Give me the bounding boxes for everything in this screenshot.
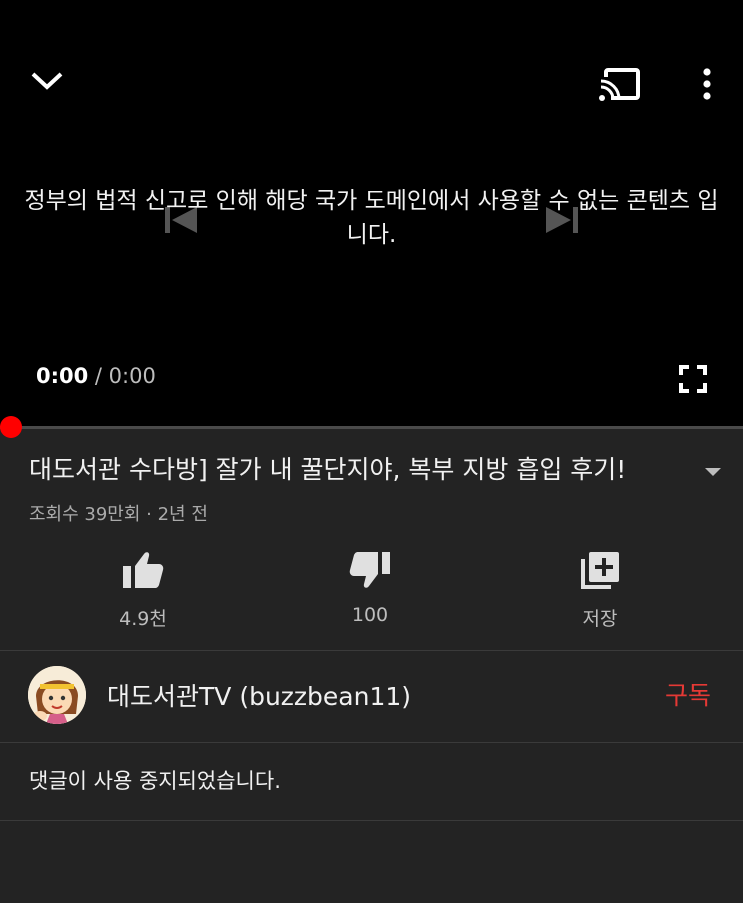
divider xyxy=(0,820,743,821)
expand-description-icon[interactable] xyxy=(700,462,726,482)
fullscreen-icon[interactable] xyxy=(678,364,708,394)
divider xyxy=(0,650,743,651)
like-count: 4.9천 xyxy=(119,608,167,630)
unavailable-message: 정부의 법적 신고로 인해 해당 국가 도메인에서 사용할 수 없는 콘텐츠 입… xyxy=(24,188,719,248)
subscribe-button[interactable]: 구독 xyxy=(665,676,711,712)
video-title-row[interactable]: 대도서관 수다방] 잘가 내 꿀단지야, 복부 지방 흡입 후기! xyxy=(29,452,719,488)
thumbs-up-icon xyxy=(123,552,164,588)
duration: 0:00 xyxy=(108,364,156,388)
add-to-playlist-icon xyxy=(581,552,619,589)
like-button[interactable]: 4.9천 xyxy=(83,550,203,631)
thumbs-down-icon xyxy=(349,552,390,588)
save-label: 저장 xyxy=(582,608,618,630)
video-player[interactable]: 정부의 법적 신고로 인해 해당 국가 도메인에서 사용할 수 없는 콘텐츠 입… xyxy=(0,0,743,426)
time-separator: / xyxy=(88,364,109,388)
channel-name[interactable]: 대도서관TV (buzzbean11) xyxy=(107,677,411,713)
current-time: 0:00 xyxy=(36,364,89,388)
chevron-down-icon[interactable] xyxy=(28,66,66,96)
cast-icon[interactable] xyxy=(598,66,642,102)
time-display: 0:00 / 0:00 xyxy=(36,364,156,388)
divider xyxy=(0,742,743,743)
more-options-icon[interactable] xyxy=(696,66,718,102)
progress-scrubber[interactable] xyxy=(0,416,22,438)
save-button[interactable]: 저장 xyxy=(540,550,660,631)
video-title: 대도서관 수다방] 잘가 내 꿀단지야, 복부 지방 흡입 후기! xyxy=(29,455,627,484)
progress-bar[interactable] xyxy=(0,426,743,429)
dislike-button[interactable]: 100 xyxy=(310,550,430,626)
avatar[interactable] xyxy=(28,666,86,724)
video-meta: 조회수 39만회 · 2년 전 xyxy=(29,504,208,525)
dislike-count: 100 xyxy=(351,604,389,626)
comments-disabled-text: 댓글이 사용 중지되었습니다. xyxy=(29,769,281,793)
